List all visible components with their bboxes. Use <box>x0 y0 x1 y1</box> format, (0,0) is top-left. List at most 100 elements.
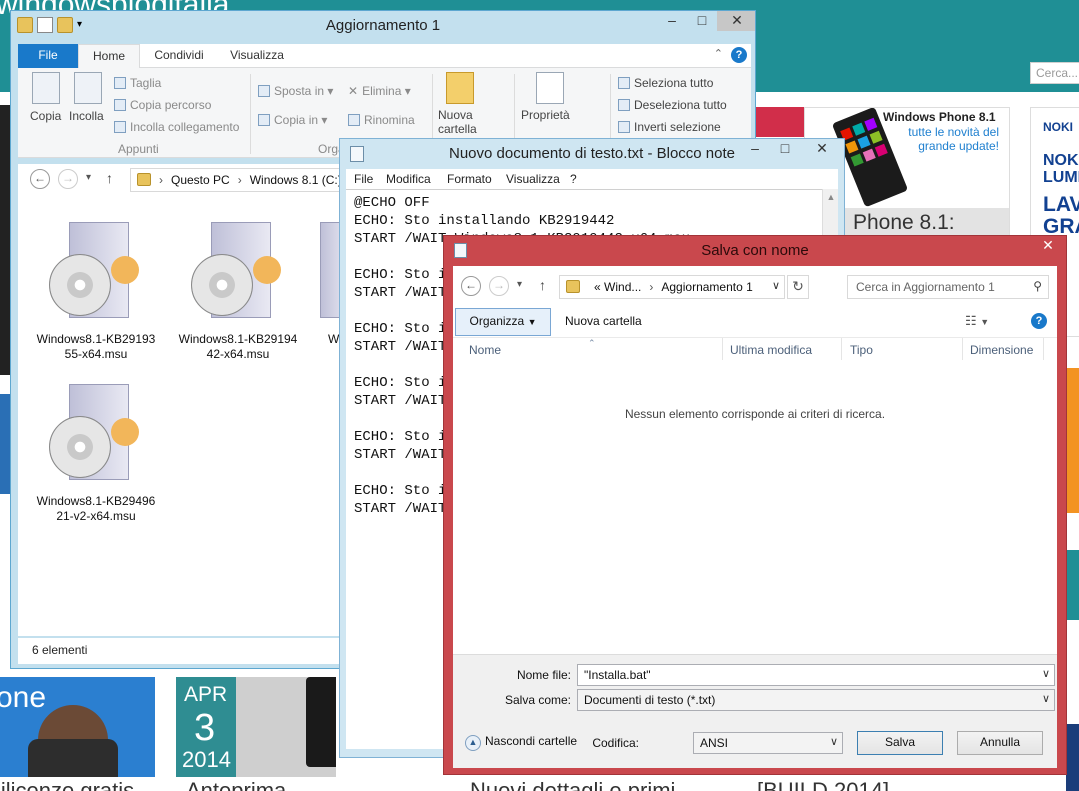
filename-value: "Installa.bat" <box>584 668 651 682</box>
menu-view[interactable]: Visualizza <box>506 172 560 186</box>
delete-button[interactable]: ✕ Elimina ▾ <box>348 84 411 98</box>
save-as-search-input[interactable]: Cerca in Aggiornamento 1 ⚲ <box>847 275 1049 299</box>
rename-button[interactable]: Rinomina <box>348 113 415 127</box>
copy-button[interactable]: Copia <box>30 109 61 123</box>
cut-button[interactable]: Taglia <box>114 76 161 90</box>
menu-format[interactable]: Formato <box>447 172 492 186</box>
properties-button[interactable]: Proprietà <box>521 108 570 122</box>
up-arrow-icon[interactable]: ↑ <box>539 277 546 293</box>
paste-icon[interactable] <box>74 72 102 104</box>
column-size[interactable]: Dimensione <box>970 343 1033 357</box>
help-icon[interactable]: ? <box>1031 313 1047 329</box>
teal-ad[interactable] <box>1066 550 1079 620</box>
file-item[interactable]: Windows8.1-KB2949621-v2-x64.msu <box>36 376 156 524</box>
menu-help[interactable]: ? <box>570 172 577 186</box>
notepad-titlebar[interactable]: Nuovo documento di testo.txt - Blocco no… <box>340 139 844 169</box>
chevron-down-icon[interactable]: ∨ <box>1042 692 1050 705</box>
column-type[interactable]: Tipo <box>850 343 873 357</box>
column-divider[interactable] <box>841 338 842 360</box>
close-button[interactable]: ✕ <box>717 11 755 31</box>
select-all-button[interactable]: Seleziona tutto <box>618 76 713 90</box>
move-to-button[interactable]: Sposta in ▾ <box>258 84 333 98</box>
column-divider[interactable] <box>962 338 963 360</box>
back-arrow-icon[interactable]: ← <box>30 169 50 189</box>
breadcrumb-this-pc[interactable]: Questo PC <box>171 173 230 187</box>
refresh-icon[interactable]: ↻ <box>787 275 809 299</box>
new-folder-big-icon[interactable] <box>446 72 474 104</box>
paste-link-button[interactable]: Incolla collegamento <box>114 120 239 134</box>
chevron-down-icon[interactable]: ∨ <box>830 735 838 748</box>
msu-package-icon <box>183 214 293 324</box>
save-as-address-bar[interactable]: « Wind... › Aggiornamento 1 ∨ <box>559 275 785 299</box>
invert-selection-button[interactable]: Inverti selezione <box>618 120 721 134</box>
column-divider[interactable] <box>1043 338 1044 360</box>
site-search-input[interactable]: Cerca... <box>1030 62 1079 84</box>
minimize-button[interactable]: – <box>657 11 687 31</box>
copy-path-button[interactable]: Copia percorso <box>114 98 211 112</box>
new-folder-button[interactable]: Nuova cartella <box>438 108 482 136</box>
ribbon-tabs: File Home Condividi Visualizza ⌃ ? <box>18 44 751 68</box>
filename-input[interactable]: "Installa.bat" ∨ <box>577 664 1055 686</box>
paste-button[interactable]: Incolla <box>69 109 104 123</box>
news-tile-build[interactable]: one <box>0 677 155 777</box>
up-arrow-icon[interactable]: ↑ <box>106 170 113 186</box>
back-arrow-icon[interactable]: ← <box>461 276 481 296</box>
column-modified[interactable]: Ultima modifica <box>730 343 812 357</box>
tab-home[interactable]: Home <box>78 44 140 68</box>
delete-label: Elimina <box>362 84 402 98</box>
copy-icon[interactable] <box>32 72 60 104</box>
file-item[interactable]: Windows8.1-KB2919442-x64.msu <box>178 214 298 362</box>
news-title-1[interactable]: lilicenze gratis <box>0 778 134 791</box>
forward-arrow-icon[interactable]: → <box>489 276 509 296</box>
maximize-button[interactable]: □ <box>770 139 800 159</box>
maximize-button[interactable]: □ <box>687 11 717 31</box>
sort-up-icon: ⌃ <box>588 338 596 348</box>
breadcrumb-drive[interactable]: Windows 8.1 (C:) <box>250 173 342 187</box>
news-title-3[interactable]: Nuovi dettagli e primi <box>470 778 675 791</box>
breadcrumb-windows[interactable]: Wind... <box>604 280 641 294</box>
minimize-button[interactable]: – <box>740 139 770 159</box>
encoding-select[interactable]: ANSI ∨ <box>693 732 843 754</box>
properties-big-icon[interactable] <box>536 72 564 104</box>
chevron-down-icon: ▼ <box>527 317 537 327</box>
chevron-down-icon[interactable]: ∨ <box>1042 667 1050 680</box>
organize-button[interactable]: Organizza ▼ <box>455 308 551 336</box>
news-tile-image[interactable] <box>236 677 336 777</box>
cancel-button[interactable]: Annulla <box>957 731 1043 755</box>
news-title-4[interactable]: [BUILD 2014] <box>757 778 889 791</box>
file-item[interactable]: Windows8.1-KB2919355-x64.msu <box>36 214 156 362</box>
news-title-2[interactable]: Anteprima <box>186 778 286 791</box>
forward-arrow-icon[interactable]: → <box>58 169 78 189</box>
tab-file[interactable]: File <box>18 44 78 68</box>
column-divider[interactable] <box>722 338 723 360</box>
menu-file[interactable]: File <box>354 172 373 186</box>
chevron-down-icon[interactable]: ∨ <box>772 279 780 292</box>
save-button[interactable]: Salva <box>857 731 943 755</box>
tab-share[interactable]: Condividi <box>144 44 214 68</box>
ribbon-expand-icon[interactable]: ⌃ <box>714 47 723 60</box>
address-overflow[interactable]: « <box>594 280 601 294</box>
search-icon[interactable]: ⚲ <box>1033 279 1042 293</box>
copy-path-icon <box>114 99 126 111</box>
organize-label: Organizza <box>469 314 525 328</box>
close-button[interactable]: ✕ <box>800 139 844 159</box>
new-folder-button[interactable]: Nuova cartella <box>565 314 642 328</box>
breadcrumb-update-folder[interactable]: Aggiornamento 1 <box>661 280 752 294</box>
deselect-all-button[interactable]: Deseleziona tutto <box>618 98 727 112</box>
menu-edit[interactable]: Modifica <box>386 172 431 186</box>
help-icon[interactable]: ? <box>731 47 747 63</box>
msu-package-icon <box>41 214 151 324</box>
copy-to-button[interactable]: Copia in ▾ <box>258 113 327 127</box>
scroll-up-icon[interactable]: ▲ <box>823 189 839 205</box>
save-as-titlebar[interactable]: Salva con nome ✕ <box>444 236 1066 266</box>
orange-ad[interactable] <box>1066 368 1079 513</box>
save-type-select[interactable]: Documenti di testo (*.txt) ∨ <box>577 689 1055 711</box>
tab-view[interactable]: Visualizza <box>222 44 292 68</box>
recent-locations-icon[interactable]: ▾ <box>517 279 522 290</box>
column-name[interactable]: Nome <box>469 343 501 357</box>
recent-locations-icon[interactable]: ▾ <box>86 172 91 183</box>
view-options-icon[interactable]: ☷ ▼ <box>965 313 989 329</box>
explorer-titlebar[interactable]: ▾ Aggiornamento 1 – □ ✕ <box>11 11 755 41</box>
close-button[interactable]: ✕ <box>1034 236 1062 256</box>
blue-ad[interactable] <box>1066 724 1079 791</box>
